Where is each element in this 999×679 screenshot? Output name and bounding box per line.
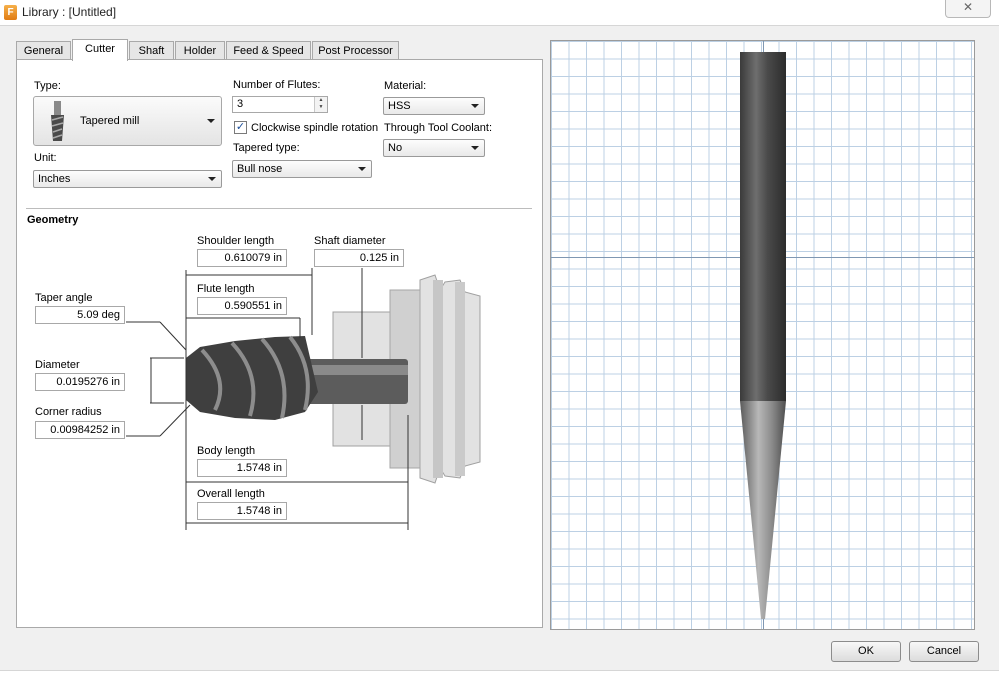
corner-radius-field[interactable]: 0.00984252 in [35,421,125,439]
diameter-label: Diameter [35,359,80,371]
flute-length-label: Flute length [197,283,255,295]
shaft-diameter-label: Shaft diameter [314,235,386,247]
corner-radius-label: Corner radius [35,406,102,418]
overall-length-field[interactable]: 1.5748 in [197,502,287,520]
diameter-field[interactable]: 0.0195276 in [35,373,125,391]
close-button[interactable]: ✕ [945,0,991,18]
flute-length-field[interactable]: 0.590551 in [197,297,287,315]
tool-preview-image [740,52,786,619]
taper-angle-field[interactable]: 5.09 deg [35,306,125,324]
shaft-diameter-field[interactable]: 0.125 in [314,249,404,267]
overall-length-label: Overall length [197,488,265,500]
window-frame-bottom [0,670,999,679]
cancel-button[interactable]: Cancel [909,641,979,662]
shoulder-length-field[interactable]: 0.610079 in [197,249,287,267]
taper-angle-label: Taper angle [35,292,93,304]
body-length-label: Body length [197,445,256,457]
tab-cutter[interactable]: Cutter [72,39,128,61]
shoulder-length-label: Shoulder length [197,235,275,247]
ok-button[interactable]: OK [831,641,901,662]
body-length-field[interactable]: 1.5748 in [197,459,287,477]
tool-preview-viewport[interactable] [550,40,975,630]
